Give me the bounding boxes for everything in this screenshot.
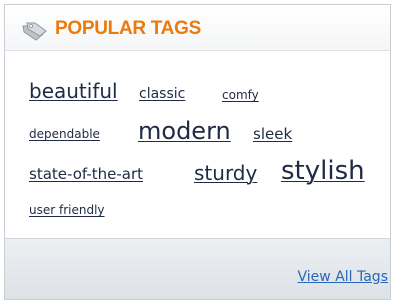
tag-link-dependable[interactable]: dependable (29, 127, 100, 141)
tag-icon (21, 21, 47, 41)
tag-link-modern[interactable]: modern (138, 117, 231, 145)
tag-link-beautiful[interactable]: beautiful (29, 79, 118, 103)
widget-footer: View All Tags (5, 238, 390, 299)
tag-link-sleek[interactable]: sleek (253, 125, 292, 143)
widget-header: POPULAR TAGS (5, 5, 390, 51)
tag-cloud: beautiful classic comfy dependable moder… (5, 51, 390, 238)
popular-tags-widget: POPULAR TAGS beautiful classic comfy dep… (4, 4, 391, 300)
tag-link-classic[interactable]: classic (139, 86, 185, 102)
tag-link-user-friendly[interactable]: user friendly (29, 203, 105, 217)
tag-link-stylish[interactable]: stylish (281, 156, 365, 186)
view-all-tags-link[interactable]: View All Tags (298, 269, 388, 285)
tag-link-state-of-the-art[interactable]: state-of-the-art (29, 165, 143, 183)
widget-title: POPULAR TAGS (55, 18, 201, 39)
tag-link-comfy[interactable]: comfy (222, 88, 259, 102)
tag-link-sturdy[interactable]: sturdy (194, 161, 257, 185)
